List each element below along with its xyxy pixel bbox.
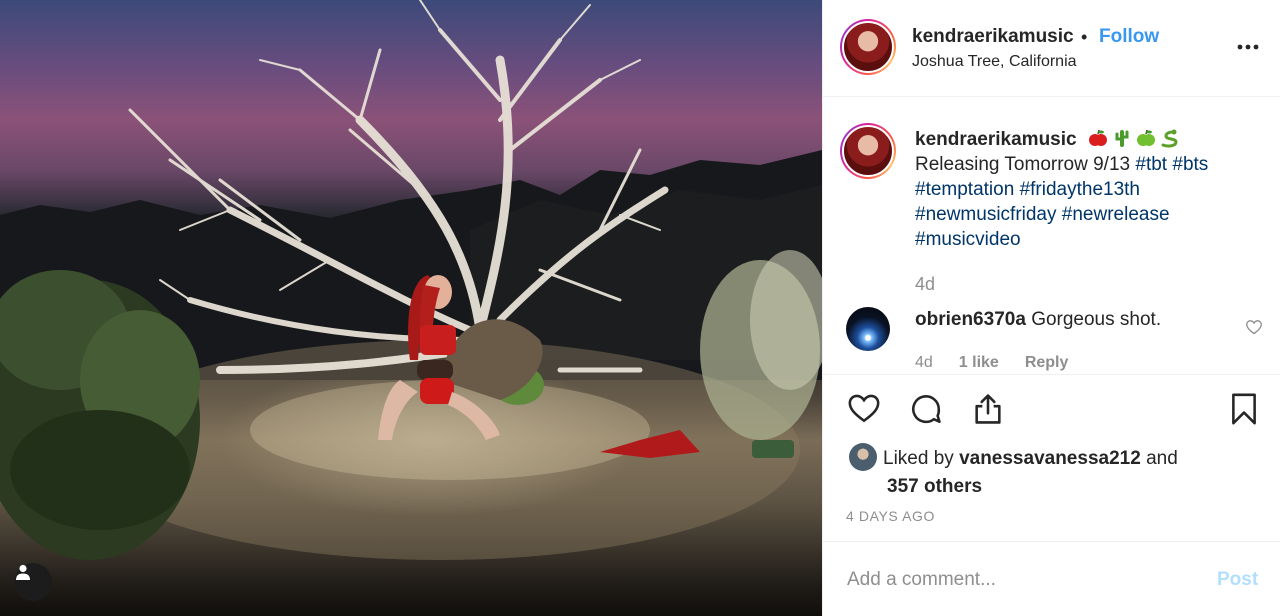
commenter-username[interactable]: obrien6370a (915, 309, 1026, 330)
hashtag-newrelease[interactable]: #newrelease (1062, 204, 1170, 225)
caption-emojis (1088, 128, 1180, 148)
caption-text: Releasing Tomorrow 9/13 (915, 154, 1131, 175)
hashtag-fridaythe13th[interactable]: #fridaythe13th (1020, 179, 1140, 200)
separator-dot: • (1081, 27, 1088, 47)
share-icon[interactable] (971, 392, 1005, 431)
hashtag-bts[interactable]: #bts (1172, 154, 1208, 175)
caption-avatar[interactable] (840, 123, 896, 179)
caption-username[interactable]: kendraerikamusic (915, 129, 1077, 150)
cactus-icon (1115, 130, 1129, 147)
hashtag-newmusicfriday[interactable]: #newmusicfriday (915, 204, 1057, 225)
hashtag-temptation[interactable]: #temptation (915, 179, 1014, 200)
heart-icon[interactable] (847, 392, 881, 429)
comment-likes[interactable]: 1 like (959, 354, 999, 372)
person-icon (16, 564, 30, 580)
comments-section[interactable]: kendraerikamusic Releasing Tomorrow 9/13… (823, 97, 1280, 375)
tagged-user-icon[interactable] (14, 563, 52, 601)
likes-conj: and (1146, 448, 1178, 469)
action-bar (845, 392, 1265, 432)
commenter-avatar[interactable] (846, 307, 890, 351)
likes-prefix: Liked by (883, 448, 954, 469)
post-timestamp[interactable]: 4 DAYS AGO (846, 508, 935, 524)
more-options-icon[interactable] (1233, 32, 1263, 62)
post-photo[interactable] (0, 0, 822, 616)
comment: obrien6370a Gorgeous shot. (915, 309, 1161, 331)
post-header: kendraerikamusic • Follow Joshua Tree, C… (823, 0, 1280, 97)
likes-summary: Liked by vanessavanessa212 and 357 other… (849, 443, 1249, 501)
post-side-panel: kendraerikamusic • Follow Joshua Tree, C… (822, 0, 1280, 616)
author-avatar[interactable] (840, 19, 896, 75)
comment-time[interactable]: 4d (915, 354, 933, 372)
post-caption: kendraerikamusic Releasing Tomorrow 9/13… (915, 127, 1255, 252)
hashtag-musicvideo[interactable]: #musicvideo (915, 229, 1021, 250)
post-location[interactable]: Joshua Tree, California (912, 53, 1077, 71)
comment-input[interactable] (847, 566, 1187, 594)
snake-icon (1161, 129, 1178, 148)
liker-username[interactable]: vanessavanessa212 (959, 448, 1141, 469)
photo-scene (0, 0, 822, 560)
comment-meta: 4d 1 like Reply (915, 354, 1094, 372)
bookmark-icon[interactable] (1229, 392, 1259, 431)
caption-avatar-image (842, 125, 894, 177)
add-comment-bar: Post (823, 541, 1280, 616)
post-button[interactable]: Post (1217, 569, 1258, 591)
heart-outline-icon (1246, 320, 1262, 335)
follow-button[interactable]: Follow (1099, 26, 1159, 48)
comment-icon[interactable] (909, 392, 943, 431)
apple-green-icon (1136, 129, 1155, 146)
liker-avatar[interactable] (849, 443, 877, 471)
apple-red-icon (1088, 129, 1107, 146)
comment-like-icon[interactable] (1245, 319, 1263, 340)
likes-others[interactable]: 357 others (887, 476, 982, 497)
ellipsis-icon (1237, 44, 1259, 50)
hashtag-tbt[interactable]: #tbt (1135, 154, 1167, 175)
author-username[interactable]: kendraerikamusic (912, 26, 1074, 48)
reply-button[interactable]: Reply (1025, 354, 1069, 372)
author-avatar-image (842, 21, 894, 73)
comment-text: Gorgeous shot. (1031, 309, 1162, 330)
caption-time[interactable]: 4d (915, 274, 935, 295)
